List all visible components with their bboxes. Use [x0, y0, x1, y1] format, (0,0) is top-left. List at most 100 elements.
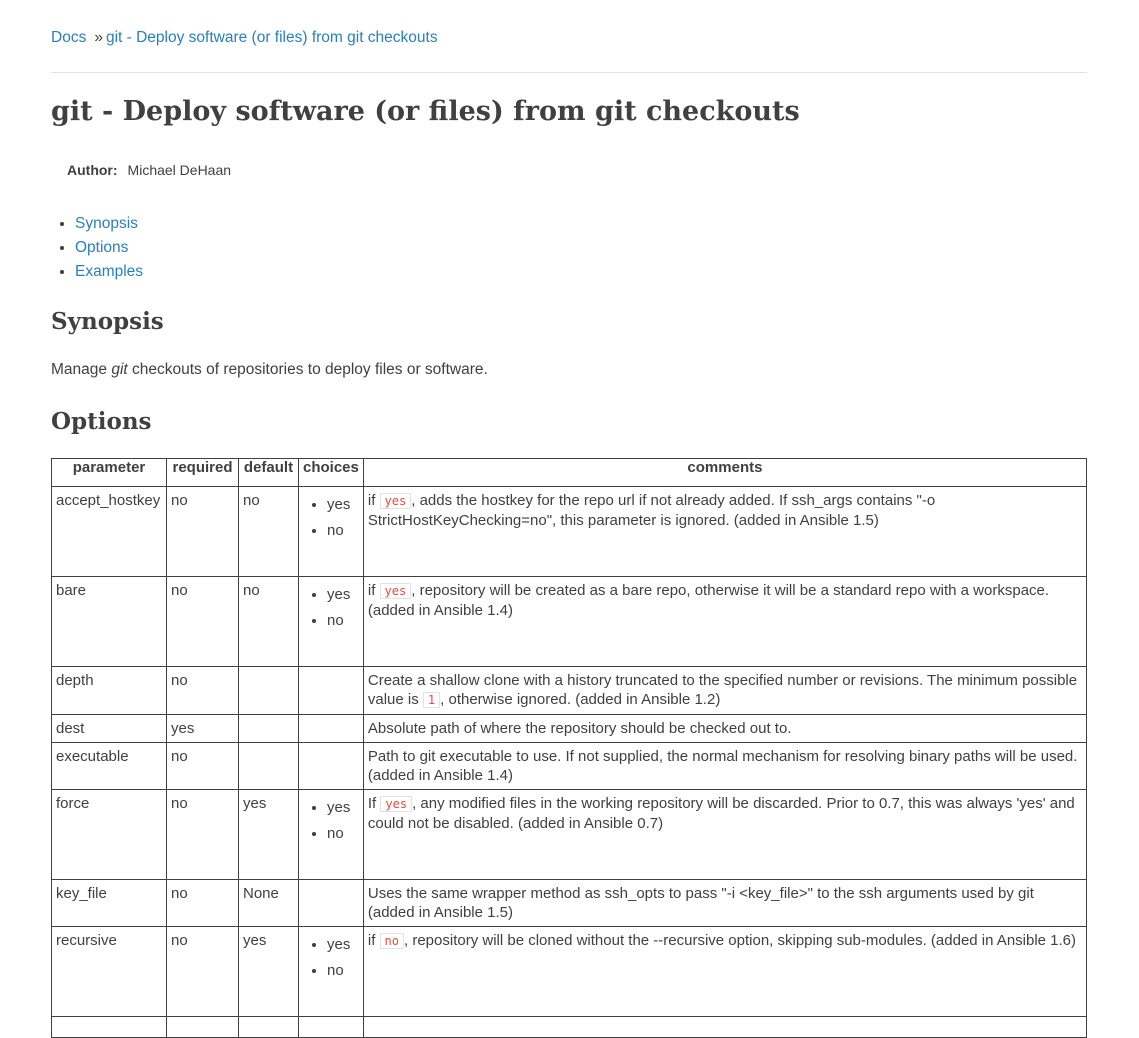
choice-item: yes [327, 932, 359, 958]
toc-item: Synopsis [75, 212, 143, 236]
comment-text: , adds the hostkey for the repo url if n… [367, 492, 936, 529]
choice-item: yes [327, 492, 359, 518]
choices-list: yesno [303, 794, 359, 875]
cell-choices: yesno [298, 486, 364, 577]
cell-default: no [238, 486, 299, 577]
cell-required: no [166, 576, 239, 667]
table-of-contents: Synopsis Options Examples [51, 212, 143, 284]
cell-choices [298, 666, 364, 715]
toc-item: Examples [75, 260, 143, 284]
cell-comments: If yes, any modified files in the workin… [362, 789, 1088, 880]
author-label: Author: [67, 162, 118, 178]
choice-item: no [327, 821, 359, 847]
cell-default: yes [238, 926, 299, 1017]
inline-code: yes [379, 493, 412, 509]
cell-empty [51, 1016, 167, 1038]
choice-item: yes [327, 582, 359, 608]
table-row: accept_hostkeynonoyesnoif yes, adds the … [51, 486, 1088, 577]
synopsis-text-end: checkouts of repositories to deploy file… [127, 361, 488, 378]
cell-choices: yesno [298, 576, 364, 667]
table-row: barenonoyesnoif yes, repository will be … [51, 576, 1088, 667]
cell-parameter: recursive [51, 926, 167, 1017]
cell-choices [298, 742, 364, 790]
options-heading: Options [51, 408, 152, 435]
table-row [51, 1016, 1088, 1038]
cell-required: yes [166, 714, 239, 743]
cell-choices [298, 879, 364, 927]
inline-code: 1 [422, 692, 441, 708]
table-row: recursivenoyesyesnoif no, repository wil… [51, 926, 1088, 1017]
cell-default [238, 666, 299, 715]
choice-item: no [327, 518, 359, 544]
comment-text: , repository will be created as a bare r… [367, 582, 1050, 619]
cell-comments: if yes, repository will be created as a … [362, 576, 1088, 667]
comment-text: Uses the same wrapper method as ssh_opts… [367, 885, 1034, 921]
cell-empty [166, 1016, 239, 1038]
cell-default [238, 714, 299, 743]
options-table-body: accept_hostkeynonoyesnoif yes, adds the … [51, 486, 1088, 1038]
comment-text: , repository will be cloned without the … [404, 932, 1077, 949]
cell-parameter: dest [51, 714, 167, 743]
cell-parameter: key_file [51, 879, 167, 927]
cell-empty [238, 1016, 299, 1038]
cell-required: no [166, 879, 239, 927]
options-table: parameter required default choices comme… [51, 458, 1088, 1038]
cell-parameter: bare [51, 576, 167, 667]
cell-parameter: accept_hostkey [51, 486, 167, 577]
choices-list: yesno [303, 491, 359, 572]
toc-link-options[interactable]: Options [75, 239, 128, 256]
synopsis-text: Manage git checkouts of repositories to … [51, 360, 488, 380]
synopsis-text-start: Manage [51, 361, 112, 378]
choices-list: yesno [303, 581, 359, 662]
table-row: depth no Create a shallow clone with a his… [51, 666, 1088, 715]
cell-comments: Uses the same wrapper method as ssh_opts… [362, 879, 1088, 927]
toc-link-examples[interactable]: Examples [75, 263, 143, 280]
header-required: required [166, 458, 239, 487]
cell-empty [362, 1016, 1088, 1038]
options-table-header: parameter required default choices comme… [51, 458, 1088, 487]
toc-item: Options [75, 236, 143, 260]
cell-comments: Create a shallow clone with a history tr… [362, 666, 1088, 715]
cell-parameter: executable [51, 742, 167, 790]
cell-comments: if yes, adds the hostkey for the repo ur… [362, 486, 1088, 577]
cell-required: no [166, 789, 239, 880]
comment-text: Absolute path of where the repository sh… [367, 720, 792, 737]
author-field: Author: Michael DeHaan [67, 161, 231, 179]
breadcrumb-docs-link[interactable]: Docs [51, 29, 86, 46]
choice-item: no [327, 958, 359, 984]
cell-choices: yesno [298, 926, 364, 1017]
choice-item: no [327, 608, 359, 634]
inline-code: yes [380, 796, 413, 812]
table-row: forcenoyesyesnoIf yes, any modified file… [51, 789, 1088, 880]
comment-text: If [367, 795, 381, 812]
cell-choices [298, 714, 364, 743]
author-name: Michael DeHaan [127, 162, 232, 178]
cell-parameter: force [51, 789, 167, 880]
comment-text: , any modified files in the working repo… [367, 795, 1075, 832]
choices-list: yesno [303, 931, 359, 1012]
header-choices: choices [298, 458, 364, 487]
header-parameter: parameter [51, 458, 167, 487]
synopsis-emphasis: git [111, 361, 128, 378]
cell-default: no [238, 576, 299, 667]
breadcrumb: Docs » git - Deploy software (or files) fr… [51, 28, 438, 48]
cell-default: None [238, 879, 299, 927]
table-row: dest yes Absolute path of where the reposi… [51, 714, 1088, 743]
comment-text: if [367, 932, 380, 949]
toc-link-synopsis[interactable]: Synopsis [75, 215, 138, 232]
cell-required: no [166, 666, 239, 715]
comment-text: , otherwise ignored. (added in Ansible 1… [440, 691, 721, 708]
cell-required: no [166, 926, 239, 1017]
breadcrumb-current-link[interactable]: git - Deploy software (or files) from gi… [106, 29, 438, 46]
cell-comments: if no, repository will be cloned without… [362, 926, 1088, 1017]
header-divider [51, 72, 1087, 73]
cell-default: yes [238, 789, 299, 880]
header-comments: comments [362, 458, 1088, 487]
comment-text: if [367, 582, 380, 599]
cell-choices: yesno [298, 789, 364, 880]
cell-comments: Path to git executable to use. If not su… [362, 742, 1088, 790]
table-row: executable no Path to git executable to us… [51, 742, 1088, 790]
cell-required: no [166, 742, 239, 790]
header-default: default [238, 458, 299, 487]
cell-required: no [166, 486, 239, 577]
